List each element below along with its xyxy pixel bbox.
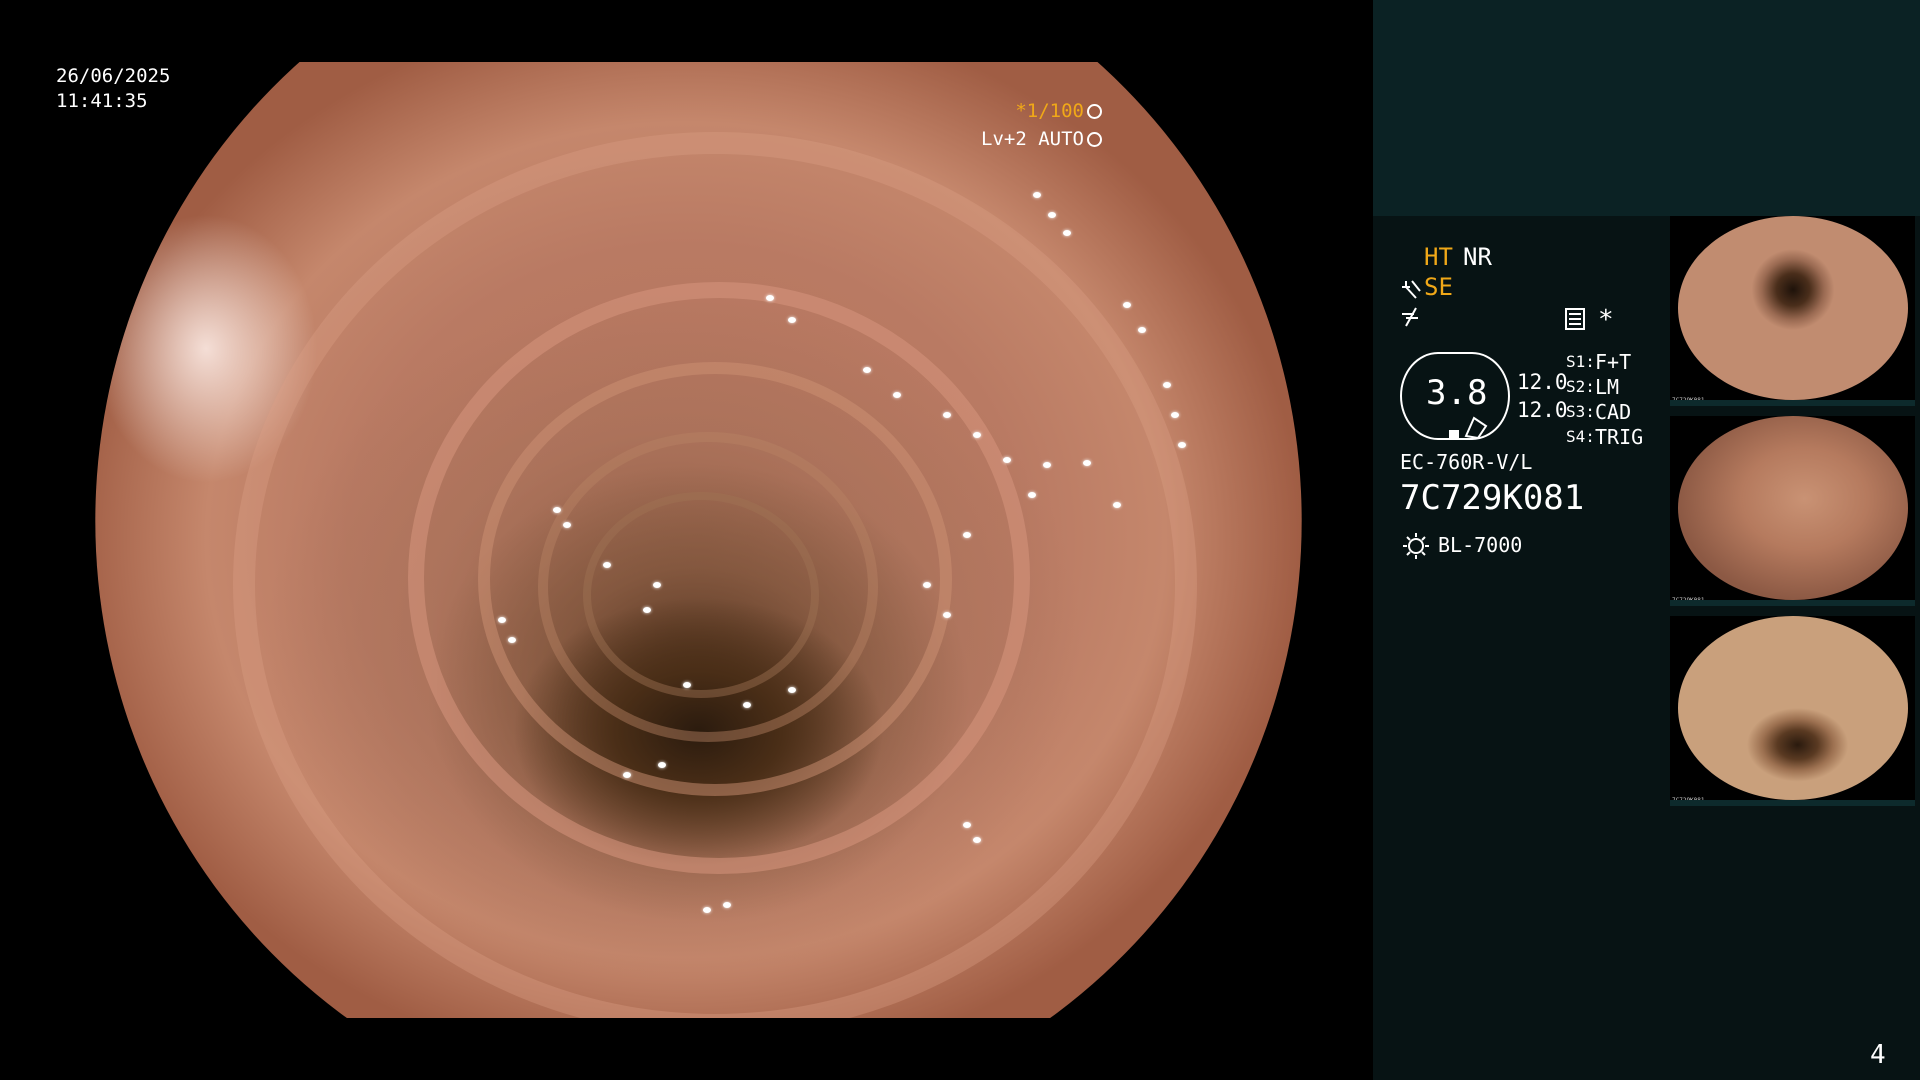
highlight bbox=[658, 762, 666, 768]
highlight bbox=[1003, 457, 1011, 463]
highlight bbox=[1138, 327, 1146, 333]
light-source-name: BL-7000 bbox=[1438, 533, 1523, 557]
highlight bbox=[643, 607, 651, 613]
s2-key: S2: bbox=[1566, 377, 1595, 396]
highlight bbox=[963, 532, 971, 538]
highlight bbox=[788, 687, 796, 693]
highlight bbox=[508, 637, 516, 643]
endoscopic-image bbox=[95, 62, 1302, 1018]
highlight bbox=[683, 682, 691, 688]
highlight bbox=[653, 582, 661, 588]
light-source-icon bbox=[1403, 533, 1429, 559]
highlight bbox=[563, 522, 571, 528]
nr-label: NR bbox=[1463, 243, 1492, 271]
thumbnail-bar bbox=[1670, 600, 1915, 606]
s1-val: F+T bbox=[1595, 350, 1632, 374]
highlight bbox=[703, 907, 711, 913]
se-label: SE bbox=[1424, 273, 1453, 301]
highlight bbox=[1028, 492, 1036, 498]
scope-model: EC-760R-V/L bbox=[1400, 450, 1533, 474]
aperture-icon bbox=[1087, 104, 1102, 119]
structure-enhancement-icon bbox=[1402, 280, 1421, 299]
highlight bbox=[766, 295, 774, 301]
highlight bbox=[1048, 212, 1056, 218]
asterisk-mark: * bbox=[1598, 305, 1614, 335]
ct-block-icon bbox=[1449, 430, 1459, 438]
highlight bbox=[788, 317, 796, 323]
highlight bbox=[723, 902, 731, 908]
highlight bbox=[498, 617, 506, 623]
s3-val: CAD bbox=[1595, 400, 1632, 424]
thumbnail-2[interactable]: 7C729K081 bbox=[1670, 416, 1915, 606]
thumbnail-bar bbox=[1670, 400, 1915, 406]
time-text: 11:41:35 bbox=[56, 90, 148, 112]
highlight bbox=[963, 822, 971, 828]
highlight bbox=[893, 392, 901, 398]
highlight bbox=[943, 412, 951, 418]
thumbnail-image bbox=[1678, 616, 1908, 800]
ct-value: 3.8 bbox=[1426, 373, 1488, 413]
highlight bbox=[973, 837, 981, 843]
highlight bbox=[863, 367, 871, 373]
thumbnail-1[interactable]: 7C729K081 bbox=[1670, 216, 1915, 406]
s1-key: S1: bbox=[1566, 352, 1595, 371]
s4-key: S4: bbox=[1566, 427, 1595, 446]
highlight bbox=[1063, 230, 1071, 236]
highlight bbox=[943, 612, 951, 618]
highlight bbox=[1083, 460, 1091, 466]
tilt-icon bbox=[1464, 416, 1488, 438]
s4-val: TRIG bbox=[1595, 425, 1644, 449]
thumbnail-bar bbox=[1670, 800, 1915, 806]
highlight bbox=[923, 582, 931, 588]
highlight bbox=[1113, 502, 1121, 508]
highlight bbox=[743, 702, 751, 708]
highlight bbox=[553, 507, 561, 513]
settings-list-icon bbox=[1565, 308, 1585, 330]
highlight bbox=[1163, 382, 1171, 388]
value-2: 12.0 bbox=[1517, 398, 1568, 422]
highlight bbox=[623, 772, 631, 778]
value-1: 12.0 bbox=[1517, 370, 1568, 394]
scope-serial: 7C729K081 bbox=[1400, 478, 1585, 518]
s3-key: S3: bbox=[1566, 402, 1595, 421]
highlight bbox=[1043, 462, 1051, 468]
s2-val: LM bbox=[1595, 375, 1620, 399]
date-text: 26/06/2025 bbox=[56, 65, 171, 87]
filter-icon bbox=[1402, 307, 1418, 327]
shutter-text: *1/100 bbox=[1015, 100, 1084, 122]
ht-label: HT bbox=[1424, 243, 1453, 271]
datetime-overlay: 26/06/2025 11:41:35 bbox=[56, 64, 170, 114]
fold-ring bbox=[233, 132, 1197, 1018]
highlight bbox=[1178, 442, 1186, 448]
highlight bbox=[603, 562, 611, 568]
highlight bbox=[1123, 302, 1131, 308]
level-overlay: Lv+2 AUTO bbox=[981, 128, 1102, 150]
page-number: 4 bbox=[1870, 1040, 1886, 1070]
highlight bbox=[1171, 412, 1179, 418]
header-band bbox=[1373, 0, 1920, 216]
highlight bbox=[1033, 192, 1041, 198]
level-text: Lv+2 AUTO bbox=[981, 128, 1084, 150]
thumbnail-3[interactable]: 7C729K081 bbox=[1670, 616, 1915, 806]
highlight bbox=[973, 432, 981, 438]
thumbnail-image bbox=[1678, 216, 1908, 400]
shutter-overlay: *1/100 bbox=[1015, 100, 1102, 122]
auto-iris-icon bbox=[1087, 132, 1102, 147]
thumbnail-image bbox=[1678, 416, 1908, 600]
